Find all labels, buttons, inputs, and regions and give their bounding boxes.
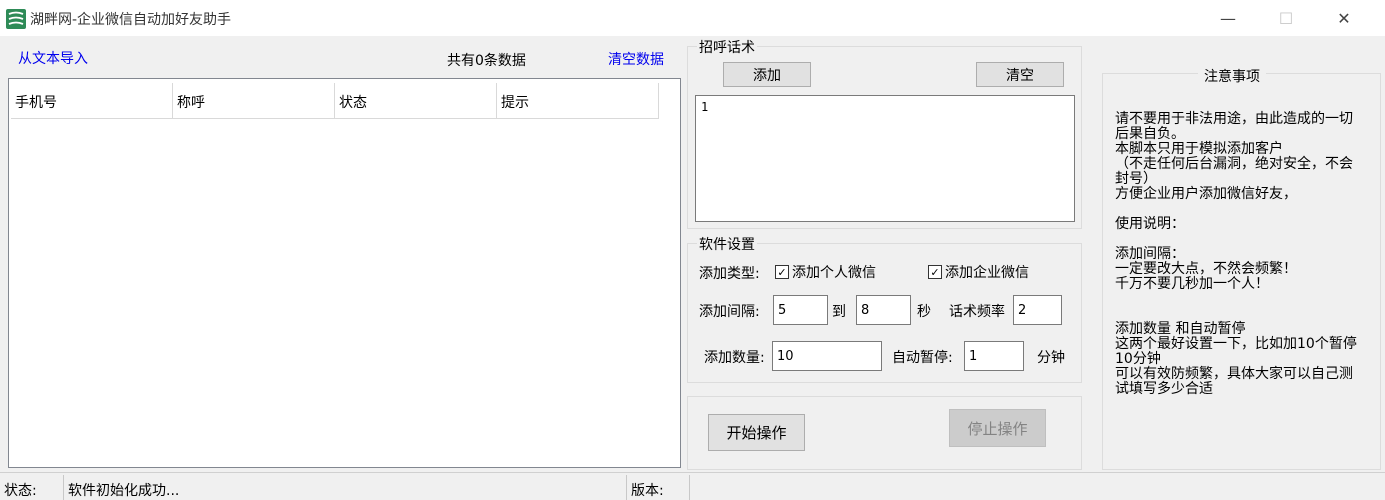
- version-label: 版本:: [627, 475, 690, 500]
- greeting-group-title: 招呼话术: [697, 37, 757, 57]
- add-type-label: 添加类型:: [699, 266, 760, 282]
- greeting-textarea[interactable]: 1: [695, 95, 1075, 222]
- status-bar: 状态: 软件初始化成功... 版本:: [0, 472, 1385, 500]
- to-label: 到: [832, 304, 846, 320]
- quantity-label: 添加数量:: [704, 350, 765, 366]
- version-value: [690, 475, 1385, 500]
- personal-wechat-label: 添加个人微信: [792, 265, 876, 281]
- contact-list-table[interactable]: 手机号 称呼 状态 提示: [8, 78, 681, 468]
- window-title: 湖畔网-企业微信自动加好友助手: [30, 12, 232, 28]
- interval-from-input[interactable]: [773, 295, 828, 325]
- close-icon[interactable]: ✕: [1321, 0, 1367, 36]
- quantity-input[interactable]: [772, 341, 882, 371]
- maximize-icon[interactable]: ☐: [1263, 0, 1309, 36]
- clear-greeting-button[interactable]: 清空: [976, 62, 1064, 87]
- minimize-icon[interactable]: —: [1205, 0, 1251, 36]
- checkbox-check-icon: ✓: [928, 265, 942, 279]
- clear-data-link[interactable]: 清空数据: [608, 49, 664, 69]
- column-header-phone[interactable]: 手机号: [11, 83, 173, 119]
- minutes-label: 分钟: [1037, 350, 1065, 366]
- data-count-label: 共有0条数据: [447, 53, 526, 69]
- personal-wechat-checkbox[interactable]: ✓ 添加个人微信: [775, 262, 876, 282]
- stop-operation-button[interactable]: 停止操作: [949, 409, 1046, 447]
- checkbox-check-icon: ✓: [775, 265, 789, 279]
- greeting-frequency-input[interactable]: [1013, 295, 1062, 325]
- enterprise-wechat-label: 添加企业微信: [945, 265, 1029, 281]
- column-header-nickname[interactable]: 称呼: [173, 83, 335, 119]
- column-header-status[interactable]: 状态: [335, 83, 497, 119]
- settings-group-title: 软件设置: [697, 234, 757, 254]
- interval-to-input[interactable]: [856, 295, 911, 325]
- app-logo-icon: [6, 9, 26, 29]
- import-from-text-link[interactable]: 从文本导入: [18, 48, 88, 68]
- title-bar: 湖畔网-企业微信自动加好友助手 — ☐ ✕: [0, 0, 1385, 36]
- add-greeting-button[interactable]: 添加: [723, 62, 811, 87]
- notice-title: 注意事项: [1198, 66, 1266, 86]
- start-operation-button[interactable]: 开始操作: [708, 414, 805, 451]
- enterprise-wechat-checkbox[interactable]: ✓ 添加企业微信: [928, 262, 1029, 282]
- greeting-frequency-label: 话术频率: [949, 304, 1005, 320]
- status-label: 状态:: [0, 475, 64, 500]
- notice-text: 请不要用于非法用途，由此造成的一切后果自负。 本脚本只用于模拟添加客户 （不走任…: [1115, 111, 1357, 397]
- auto-pause-input[interactable]: [964, 341, 1024, 371]
- column-header-hint[interactable]: 提示: [497, 83, 659, 119]
- status-message: 软件初始化成功...: [64, 475, 627, 500]
- seconds-label: 秒: [917, 304, 931, 320]
- interval-label: 添加间隔:: [699, 304, 760, 320]
- auto-pause-label: 自动暂停:: [892, 350, 953, 366]
